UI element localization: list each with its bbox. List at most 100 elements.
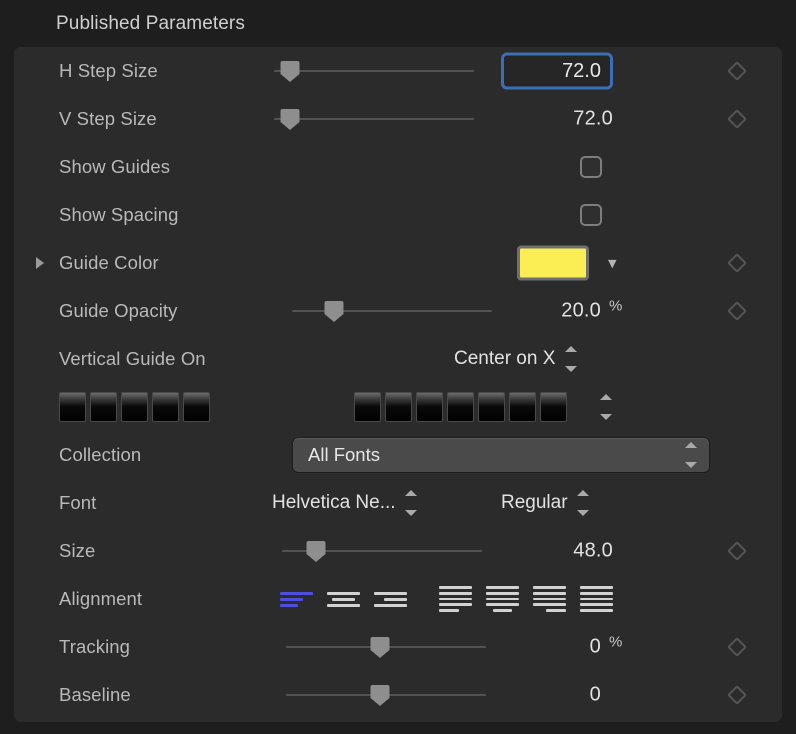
- missing-glyph-box[interactable]: [183, 392, 210, 422]
- glyph-box-group-right[interactable]: [354, 392, 567, 422]
- align-icon-line: [533, 603, 566, 607]
- align-icon-line: [439, 586, 472, 589]
- stepper-arrows-icon[interactable]: [405, 490, 418, 516]
- h-step-size-slider[interactable]: [274, 60, 474, 82]
- keyframe-diamond-icon[interactable]: [727, 61, 747, 81]
- inspector-window: Published Parameters H Step Size 72.0 V …: [0, 0, 796, 734]
- row-show-spacing: Show Spacing: [14, 191, 782, 239]
- vertical-guide-on-popup[interactable]: Center on X: [454, 345, 577, 373]
- missing-glyph-box[interactable]: [509, 392, 536, 422]
- popup-value: Regular: [501, 492, 568, 513]
- slider-thumb[interactable]: [280, 61, 300, 82]
- tracking-value[interactable]: 0: [501, 636, 601, 659]
- align-icon-line: [327, 603, 360, 607]
- align-icon-line: [492, 609, 513, 612]
- justify-right-icon[interactable]: [533, 586, 566, 612]
- justify-left-icon[interactable]: [439, 586, 472, 612]
- h-step-size-value-field[interactable]: 72.0: [501, 52, 613, 90]
- row-label: Size: [59, 540, 96, 561]
- size-value[interactable]: 48.0: [501, 540, 613, 563]
- missing-glyph-box[interactable]: [385, 392, 412, 422]
- row-baseline: Baseline 0: [14, 671, 782, 719]
- guide-opacity-unit: %: [609, 297, 623, 315]
- row-font: Font Helvetica Ne... Regular: [14, 479, 782, 527]
- missing-glyph-box[interactable]: [447, 392, 474, 422]
- missing-glyph-box[interactable]: [354, 392, 381, 422]
- keyframe-diamond-icon[interactable]: [727, 301, 747, 321]
- justify-center-icon[interactable]: [486, 586, 519, 612]
- size-slider[interactable]: [282, 540, 482, 562]
- show-guides-checkbox[interactable]: [580, 156, 602, 178]
- row-label: Font: [59, 492, 97, 513]
- glyph-box-group-left[interactable]: [59, 392, 210, 422]
- keyframe-diamond-icon[interactable]: [727, 541, 747, 561]
- align-center-icon[interactable]: [327, 586, 360, 612]
- slider-thumb[interactable]: [370, 637, 390, 658]
- slider-track: [292, 310, 492, 312]
- guide-color-swatch[interactable]: [517, 245, 589, 281]
- popup-value: Helvetica Ne...: [272, 492, 396, 513]
- row-alignment: Alignment: [14, 575, 782, 623]
- guide-opacity-value[interactable]: 20.0: [501, 300, 601, 323]
- missing-glyph-box[interactable]: [59, 392, 86, 422]
- v-step-size-slider[interactable]: [274, 108, 474, 130]
- keyframe-diamond-icon[interactable]: [727, 109, 747, 129]
- missing-glyph-box[interactable]: [152, 392, 179, 422]
- missing-glyph-box[interactable]: [478, 392, 505, 422]
- row-label: Tracking: [59, 636, 131, 657]
- align-icon-line: [486, 603, 519, 607]
- align-right-icon[interactable]: [374, 586, 407, 612]
- collection-popup-button[interactable]: All Fonts: [292, 437, 710, 473]
- missing-glyph-box[interactable]: [540, 392, 567, 422]
- guide-opacity-slider[interactable]: [292, 300, 492, 322]
- row-label: Collection: [59, 444, 142, 465]
- align-icon-line: [580, 603, 613, 607]
- align-icon-line: [327, 591, 360, 595]
- missing-glyph-box[interactable]: [121, 392, 148, 422]
- slider-thumb[interactable]: [370, 685, 390, 706]
- chevron-down-icon[interactable]: ▾: [608, 255, 617, 272]
- panel-header: Published Parameters: [0, 0, 796, 47]
- align-icon-line: [580, 609, 613, 612]
- slider-thumb[interactable]: [324, 301, 344, 322]
- stepper-arrows-icon[interactable]: [564, 346, 577, 372]
- row-guide-opacity: Guide Opacity 20.0 %: [14, 287, 782, 335]
- align-icon-line: [374, 603, 407, 607]
- tracking-slider[interactable]: [286, 636, 486, 658]
- align-icon-line: [546, 609, 566, 612]
- row-label: Show Spacing: [59, 204, 179, 225]
- baseline-slider[interactable]: [286, 684, 486, 706]
- page-title: Published Parameters: [56, 12, 245, 34]
- missing-glyph-box[interactable]: [90, 392, 117, 422]
- keyframe-diamond-icon[interactable]: [727, 253, 747, 273]
- font-style-popup[interactable]: Regular: [501, 489, 590, 517]
- stepper-arrows-icon[interactable]: [684, 442, 697, 468]
- align-icon-line: [486, 591, 519, 595]
- align-left-icon[interactable]: [280, 586, 313, 612]
- align-icon-line: [533, 597, 566, 601]
- align-icon-line: [439, 609, 459, 612]
- missing-glyph-box[interactable]: [416, 392, 443, 422]
- row-label: H Step Size: [59, 60, 158, 81]
- slider-thumb[interactable]: [306, 541, 326, 562]
- slider-thumb[interactable]: [280, 109, 300, 130]
- row-label: Guide Opacity: [59, 300, 178, 321]
- show-spacing-checkbox[interactable]: [580, 204, 602, 226]
- justify-full-icon[interactable]: [580, 586, 613, 612]
- row-label: Show Guides: [59, 156, 171, 177]
- stepper-arrows-icon[interactable]: [577, 490, 590, 516]
- row-tracking: Tracking 0 %: [14, 623, 782, 671]
- font-family-popup[interactable]: Helvetica Ne...: [272, 489, 418, 517]
- keyframe-diamond-icon[interactable]: [727, 685, 747, 705]
- row-vertical-guide-on: Vertical Guide On Center on X: [14, 335, 782, 383]
- stepper-arrows-icon[interactable]: [599, 394, 612, 420]
- align-icon-line: [486, 597, 519, 601]
- keyframe-diamond-icon[interactable]: [727, 637, 747, 657]
- slider-track: [274, 118, 474, 120]
- baseline-value[interactable]: 0: [501, 684, 601, 707]
- alignment-button-group[interactable]: [280, 586, 627, 612]
- popup-value: Center on X: [454, 348, 556, 369]
- v-step-size-value[interactable]: 72.0: [501, 108, 613, 131]
- disclosure-triangle-icon[interactable]: [36, 257, 44, 269]
- align-icon-line: [533, 591, 566, 595]
